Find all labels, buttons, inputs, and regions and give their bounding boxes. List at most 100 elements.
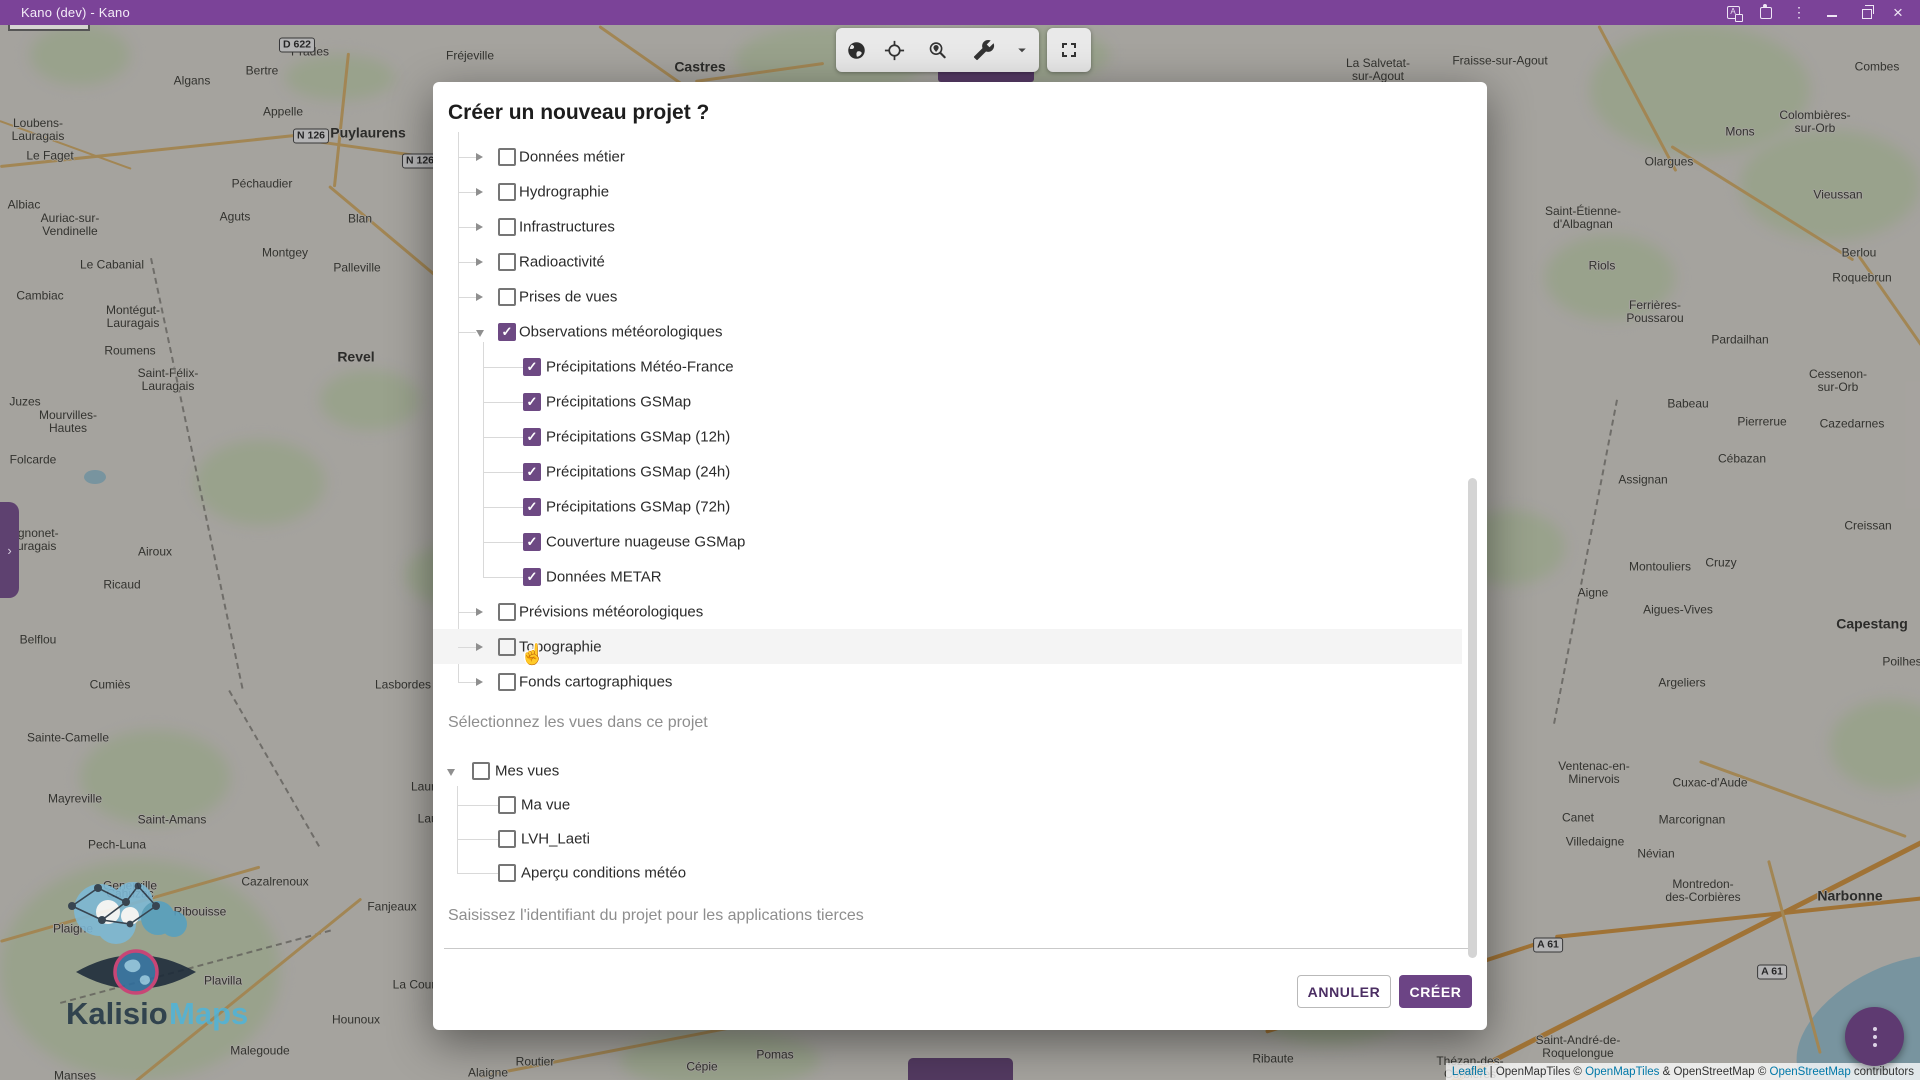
tree-item[interactable]: ✓Précipitations GSMap (12h) [433, 419, 1462, 454]
expand-arrow-icon[interactable] [476, 293, 483, 301]
tree-item-label: Précipitations GSMap (72h) [546, 498, 730, 515]
side-panel-handle[interactable]: › [0, 502, 19, 598]
tree-connector [457, 839, 498, 840]
attribution-text: contributors [1851, 1066, 1914, 1078]
attribution-link[interactable]: Leaflet [1452, 1066, 1487, 1078]
expand-arrow-icon[interactable] [476, 223, 483, 231]
tree-item[interactable]: Topographie [433, 629, 1462, 664]
tree-item[interactable]: Aperçu conditions météo [433, 856, 1462, 890]
checkbox[interactable] [498, 183, 516, 201]
checkbox[interactable]: ✓ [523, 358, 541, 376]
tree-item[interactable]: Prévisions météorologiques [433, 594, 1462, 629]
checkbox[interactable] [498, 288, 516, 306]
checkbox[interactable] [498, 603, 516, 621]
checkbox[interactable] [498, 638, 516, 656]
fullscreen-button[interactable] [1047, 28, 1091, 72]
tree-connector [458, 297, 476, 298]
expand-arrow-icon[interactable] [476, 608, 483, 616]
tree-item[interactable]: ✓Précipitations Météo-France [433, 349, 1462, 384]
checkbox[interactable]: ✓ [523, 533, 541, 551]
dialog-scrollbar[interactable] [1468, 478, 1477, 958]
checkbox[interactable] [498, 864, 516, 882]
tree-item[interactable]: LVH_Laeti [433, 822, 1462, 856]
tools-wrench-icon[interactable] [960, 28, 1008, 72]
tree-item[interactable]: Ma vue [433, 788, 1462, 822]
tree-item[interactable]: ✓Couverture nuageuse GSMap [433, 524, 1462, 559]
tree-item-label: Hydrographie [519, 183, 609, 200]
tree-item-label: Précipitations GSMap [546, 393, 691, 410]
checkbox[interactable]: ✓ [523, 568, 541, 586]
checkbox[interactable]: ✓ [523, 498, 541, 516]
tree-item[interactable]: Infrastructures [433, 209, 1462, 244]
search-location-icon[interactable] [914, 28, 960, 72]
checkbox[interactable] [498, 673, 516, 691]
window-title: Kano (dev) - Kano [21, 5, 130, 20]
globe-icon[interactable] [838, 28, 874, 72]
tree-connector [458, 682, 476, 683]
tree-item[interactable]: Prises de vues [433, 279, 1462, 314]
crosshair-icon[interactable] [874, 28, 914, 72]
collapse-arrow-icon[interactable] [447, 769, 455, 776]
attribution-text: & OpenStreetMap © [1659, 1066, 1769, 1078]
checkbox[interactable] [498, 796, 516, 814]
checkbox[interactable] [472, 762, 490, 780]
expand-arrow-icon[interactable] [476, 188, 483, 196]
dots-vertical-icon [1873, 1027, 1877, 1031]
chevron-down-icon[interactable] [1008, 28, 1036, 72]
restore-button[interactable] [1857, 5, 1873, 21]
tree-connector [483, 472, 523, 473]
tree-item[interactable]: ✓Données METAR [433, 559, 1462, 594]
checkbox[interactable] [498, 253, 516, 271]
tree-item-label: Observations météorologiques [519, 323, 722, 340]
checkbox[interactable]: ✓ [523, 463, 541, 481]
checkbox[interactable]: ✓ [498, 323, 516, 341]
minimize-button[interactable] [1824, 5, 1840, 21]
browser-menu-icon[interactable]: ⋮ [1791, 5, 1807, 21]
tree-item[interactable]: ✓ Précipitations GSMap (72h) [433, 489, 1462, 524]
logo-cloud [68, 882, 187, 944]
tree-item[interactable]: Données métier [433, 139, 1462, 174]
fab-menu-button[interactable] [1845, 1007, 1904, 1066]
tree-item[interactable]: ✓Précipitations GSMap (24h) [433, 454, 1462, 489]
translate-icon[interactable]: A [1725, 5, 1741, 21]
tree-connector [483, 542, 523, 543]
attribution-link[interactable]: OpenStreetMap [1770, 1066, 1851, 1078]
attribution-link[interactable]: OpenMapTiles [1585, 1066, 1659, 1078]
logo-eye [76, 951, 196, 993]
create-project-dialog: Créer un nouveau projet ? Données métier… [433, 82, 1487, 1030]
expand-arrow-icon[interactable] [476, 643, 483, 651]
create-button[interactable]: CRÉER [1399, 975, 1472, 1008]
checkbox[interactable]: ✓ [523, 428, 541, 446]
dialog-title: Créer un nouveau projet ? [448, 101, 709, 125]
checkbox[interactable] [498, 148, 516, 166]
expand-arrow-icon[interactable] [476, 258, 483, 266]
tree-item-label: Données métier [519, 148, 625, 165]
extensions-icon[interactable] [1758, 5, 1774, 21]
tree-item[interactable]: ✓ Précipitations GSMap [433, 384, 1462, 419]
logo-text-kalisio: Kalisio [66, 996, 168, 1031]
close-button[interactable]: × [1890, 5, 1906, 21]
tree-connector [458, 227, 476, 228]
project-id-input[interactable] [444, 917, 1474, 949]
timeline-fragment-bottom [908, 1058, 1013, 1080]
tree-item-label: Aperçu conditions météo [521, 865, 686, 882]
tree-item[interactable]: Mes vues [433, 754, 1462, 788]
tree-connector [483, 367, 523, 368]
tree-connector [483, 437, 523, 438]
collapse-arrow-icon[interactable] [476, 330, 484, 337]
cancel-button[interactable]: ANNULER [1297, 975, 1391, 1008]
tree-item[interactable]: Fonds cartographiques [433, 664, 1462, 699]
tree-connector [483, 507, 523, 508]
window-titlebar: Kano (dev) - Kano A ⋮ × [0, 0, 1920, 25]
tree-item[interactable]: Radioactivité [433, 244, 1462, 279]
tree-item[interactable]: ✓Observations météorologiques [433, 314, 1462, 349]
mouse-cursor: ☝ [520, 642, 545, 667]
checkbox[interactable] [498, 830, 516, 848]
expand-arrow-icon[interactable] [476, 678, 483, 686]
checkbox[interactable] [498, 218, 516, 236]
tree-item[interactable]: Hydrographie [433, 174, 1462, 209]
views-section-label: Sélectionnez les vues dans ce projet [448, 714, 708, 732]
expand-arrow-icon[interactable] [476, 153, 483, 161]
checkbox[interactable]: ✓ [523, 393, 541, 411]
map-toolbar [836, 28, 1039, 72]
